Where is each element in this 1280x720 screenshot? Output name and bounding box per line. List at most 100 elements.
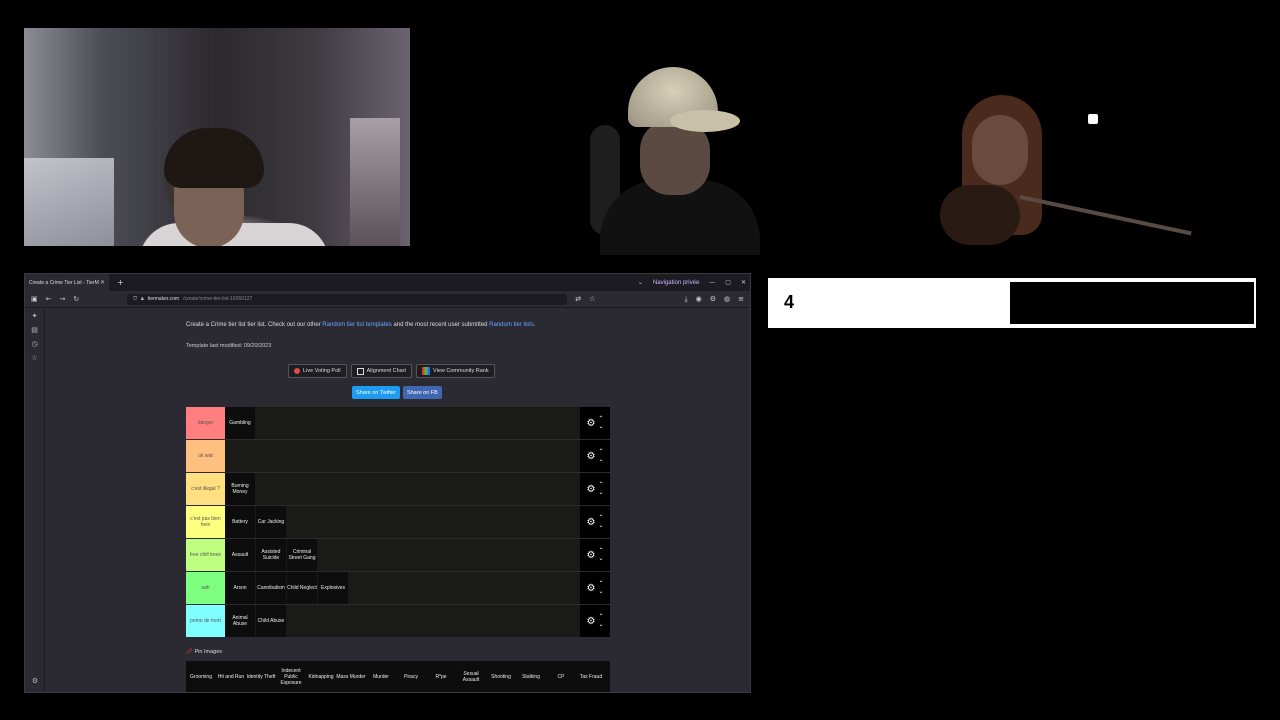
- pin-icon: 📌︎: [186, 649, 193, 655]
- tier-item[interactable]: Arson: [225, 572, 255, 604]
- tier-item[interactable]: Burning Money: [225, 473, 255, 505]
- tier-item[interactable]: Explosives: [318, 572, 348, 604]
- chevron-up-icon[interactable]: ⌃: [598, 415, 603, 423]
- chevron-up-icon[interactable]: ⌃: [598, 613, 603, 621]
- sidebar-toggle-icon[interactable]: ▣: [31, 295, 38, 303]
- tier-item[interactable]: Child Neglect: [287, 572, 317, 604]
- random-templates-link[interactable]: Random tier list templates: [322, 322, 391, 328]
- extensions-icon[interactable]: ⚙: [710, 295, 716, 304]
- chevron-up-icon[interactable]: ⌃: [598, 481, 603, 489]
- item-pool: Grooming Hit and Run Identity Theft Indecen…: [186, 661, 610, 692]
- bookmark-star-icon[interactable]: ☆: [589, 295, 595, 303]
- webcam-1: [24, 28, 410, 246]
- chevron-down-icon[interactable]: ⌄: [598, 423, 603, 431]
- tier-item[interactable]: Battery: [225, 506, 255, 538]
- back-arrow-icon[interactable]: ←: [46, 295, 52, 303]
- gear-icon[interactable]: ⚙: [587, 418, 596, 429]
- minimize-button[interactable]: —: [709, 280, 715, 286]
- pool-item[interactable]: Grooming: [186, 661, 216, 692]
- tier-label[interactable]: c'est pas bien hein: [186, 506, 225, 538]
- pool-item[interactable]: Murder: [366, 661, 396, 692]
- pin-images-toggle[interactable]: 📌︎ Pin Images: [186, 649, 222, 655]
- ai-chat-icon[interactable]: ✦: [25, 309, 44, 323]
- chevron-up-icon[interactable]: ⌃: [598, 448, 603, 456]
- tab-list-chevron-icon[interactable]: ⌄: [638, 279, 643, 286]
- tier-item[interactable]: Cannibalism: [256, 572, 286, 604]
- tier-label[interactable]: ok wat: [186, 440, 225, 472]
- tab-active[interactable]: Create a Crime Tier List - TierM ✕: [25, 274, 109, 291]
- chevron-down-icon[interactable]: ⌄: [598, 456, 603, 464]
- customize-icon[interactable]: ⚙: [25, 674, 45, 688]
- pool-item[interactable]: Tax Fraud: [576, 661, 606, 692]
- browser-sidebar: ✦ ▤ ◷ ☆ ⚙: [25, 309, 45, 692]
- chevron-down-icon[interactable]: ⌄: [598, 522, 603, 530]
- menu-icon[interactable]: ≡: [738, 295, 744, 304]
- tabs-icon[interactable]: ▤: [25, 323, 44, 337]
- close-window-button[interactable]: ✕: [741, 279, 746, 286]
- tab-close-icon[interactable]: ✕: [100, 279, 105, 286]
- tier-item[interactable]: Assault: [225, 539, 255, 571]
- pool-item[interactable]: Hit and Run: [216, 661, 246, 692]
- maximize-button[interactable]: ▢: [725, 279, 731, 286]
- tier-item[interactable]: Assisted Suicide: [256, 539, 286, 571]
- live-voting-button[interactable]: Live Voting Poll: [288, 364, 347, 378]
- gear-icon[interactable]: ⚙: [587, 517, 596, 528]
- tier-label[interactable]: sah: [186, 572, 225, 604]
- chevron-down-icon[interactable]: ⌄: [598, 588, 603, 596]
- download-icon[interactable]: ⤓: [685, 295, 688, 304]
- chevron-down-icon[interactable]: ⌄: [598, 621, 603, 629]
- share-buttons: Share on Twitter Share on FB: [352, 386, 442, 399]
- random-tierlists-link[interactable]: Random tier lists: [489, 322, 534, 328]
- pool-item[interactable]: Kidnapping: [306, 661, 336, 692]
- gear-icon[interactable]: ⚙: [587, 583, 596, 594]
- chevron-up-icon[interactable]: ⌃: [598, 514, 603, 522]
- forward-arrow-icon[interactable]: →: [60, 295, 66, 303]
- alignment-chart-button[interactable]: Alignment Chart: [350, 364, 413, 378]
- pool-item[interactable]: Sexual Assault: [456, 661, 486, 692]
- pool-item[interactable]: Mass Murder: [336, 661, 366, 692]
- webcam-2: [590, 55, 790, 255]
- private-browsing-label: Navigation privée: [652, 279, 700, 286]
- tier-item[interactable]: Gambling: [225, 407, 255, 439]
- reload-icon[interactable]: ↻: [73, 295, 79, 303]
- pool-item[interactable]: Stalking: [516, 661, 546, 692]
- url-domain: tiermaker.com: [147, 296, 180, 302]
- webcam-3: [920, 85, 1220, 255]
- chevron-up-icon[interactable]: ⌃: [598, 580, 603, 588]
- tier-label[interactable]: c'est illegal ?: [186, 473, 225, 505]
- translate-icon[interactable]: ⇄: [575, 295, 581, 303]
- gear-icon[interactable]: ⚙: [587, 616, 596, 627]
- tier-label[interactable]: free chill trees: [186, 539, 225, 571]
- url-path: /create/crime-tier-list-16260127: [183, 296, 253, 302]
- pool-item[interactable]: Indecent Public Exposure: [276, 661, 306, 692]
- account-icon[interactable]: ◉: [696, 295, 702, 304]
- pool-item[interactable]: Identity Theft: [246, 661, 276, 692]
- new-tab-button[interactable]: +: [117, 278, 124, 287]
- tier-item[interactable]: Criminal Street Gang: [287, 539, 317, 571]
- pool-item[interactable]: Piracy: [396, 661, 426, 692]
- cam-window: [24, 158, 114, 246]
- share-fb-button[interactable]: Share on FB: [402, 386, 442, 399]
- pool-item[interactable]: Shooting: [486, 661, 516, 692]
- tier-item[interactable]: Animal Abuse: [225, 605, 255, 637]
- community-rank-button[interactable]: View Community Rank: [416, 364, 495, 378]
- chevron-down-icon[interactable]: ⌄: [598, 489, 603, 497]
- tier-item[interactable]: Child Abuse: [256, 605, 286, 637]
- addon-icon[interactable]: ◍: [724, 295, 730, 304]
- tier-row: free chill trees Assault Assisted Suicide C…: [186, 539, 610, 572]
- tier-label[interactable]: danger: [186, 407, 225, 439]
- gear-icon[interactable]: ⚙: [587, 484, 596, 495]
- gear-icon[interactable]: ⚙: [587, 451, 596, 462]
- tier-item[interactable]: Car Jacking: [256, 506, 286, 538]
- bookmarks-icon[interactable]: ☆: [25, 351, 44, 365]
- chevron-up-icon[interactable]: ⌃: [598, 547, 603, 555]
- gear-icon[interactable]: ⚙: [587, 550, 596, 561]
- address-bar[interactable]: ⛉ 🔒︎ tiermaker.com/create/crime-tier-lis…: [127, 293, 568, 305]
- history-icon[interactable]: ◷: [25, 337, 44, 351]
- pool-item[interactable]: CP: [546, 661, 576, 692]
- tab-bar: Create a Crime Tier List - TierM ✕ + ⌄ N…: [25, 274, 750, 291]
- share-twitter-button[interactable]: Share on Twitter: [352, 386, 400, 399]
- pool-item[interactable]: R*pe: [426, 661, 456, 692]
- tier-label[interactable]: pomo de mort: [186, 605, 225, 637]
- chevron-down-icon[interactable]: ⌄: [598, 555, 603, 563]
